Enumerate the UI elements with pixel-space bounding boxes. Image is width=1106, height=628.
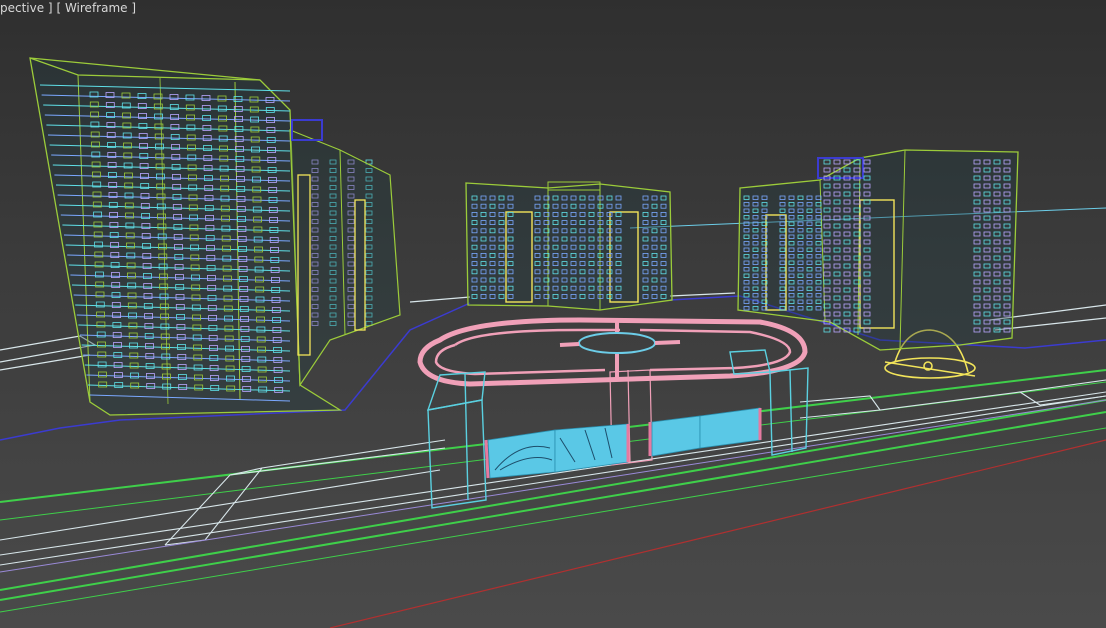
viewport-shading-menu[interactable]: [ Wireframe ] bbox=[56, 1, 136, 15]
viewport-label: pective ] [ Wireframe ] bbox=[0, 0, 136, 16]
wireframe-scene[interactable] bbox=[0, 0, 1106, 628]
viewport-3d[interactable]: pective ] [ Wireframe ] bbox=[0, 0, 1106, 628]
tower-right bbox=[737, 149, 1019, 351]
viewport-view-menu[interactable]: pective ] bbox=[0, 1, 53, 15]
axis-line-red bbox=[329, 439, 1106, 628]
gate-panels bbox=[487, 407, 761, 479]
tower-middle bbox=[465, 181, 673, 311]
central-plaza bbox=[417, 317, 808, 387]
tower-left bbox=[29, 57, 401, 416]
